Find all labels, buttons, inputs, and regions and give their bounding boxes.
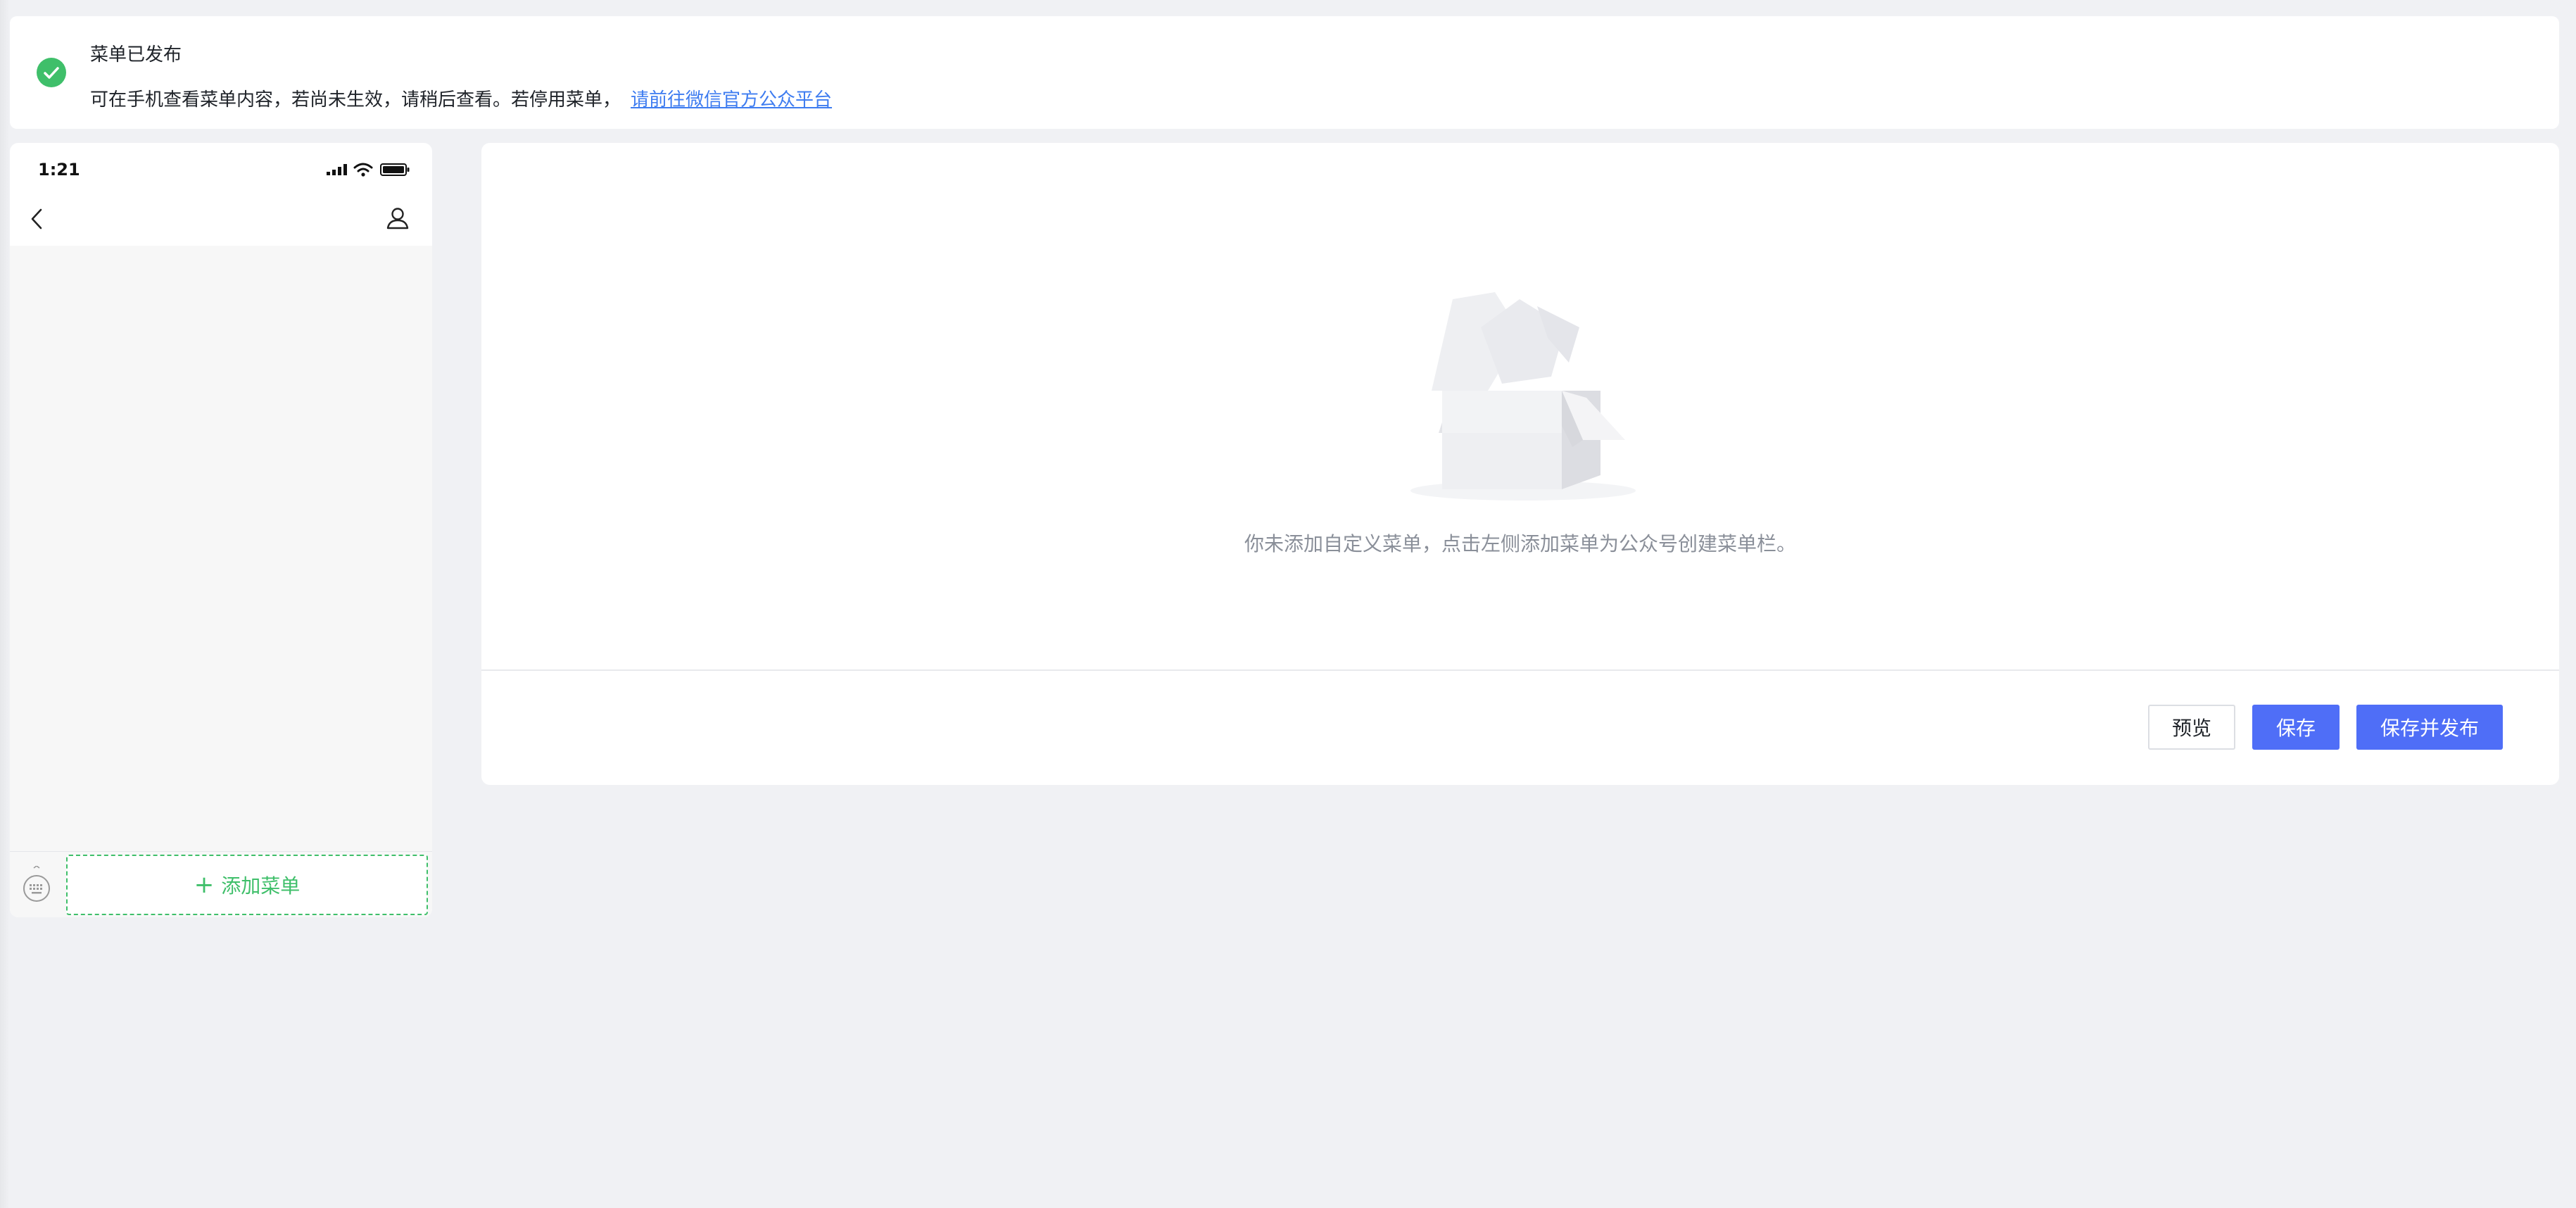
menu-editor-panel: 你未添加自定义菜单，点击左侧添加菜单为公众号创建菜单栏。 预览 保存 保存并发布 [481,143,2559,785]
keyboard-icon[interactable] [21,865,52,908]
empty-state-message: 你未添加自定义菜单，点击左侧添加菜单为公众号创建菜单栏。 [1244,532,1796,555]
check-circle-icon [37,58,66,87]
notice-description: 可在手机查看菜单内容，若尚未生效，请稍后查看。若停用菜单， 请前往微信官方公众平台 [90,85,832,111]
save-button[interactable]: 保存 [2252,705,2340,750]
notice-title: 菜单已发布 [90,44,182,65]
phone-message-area [10,246,432,851]
panel-divider [481,669,2559,671]
wifi-icon [353,163,373,180]
plus-icon: + [194,871,215,899]
save-and-publish-button[interactable]: 保存并发布 [2356,705,2503,750]
wechat-platform-link[interactable]: 请前往微信官方公众平台 [631,89,832,111]
battery-icon [380,163,410,179]
left-edge-strip [0,0,10,1208]
phone-time: 1:21 [38,160,80,180]
phone-preview: 1:21 + 添加菜单 [10,143,432,917]
empty-box-icon [1403,271,1643,513]
preview-button[interactable]: 预览 [2148,705,2235,750]
add-menu-label: 添加菜单 [221,874,301,898]
signal-icon [327,164,348,178]
profile-icon[interactable] [386,206,410,233]
publish-notice-banner: 菜单已发布 可在手机查看菜单内容，若尚未生效，请稍后查看。若停用菜单， 请前往微信… [10,16,2559,129]
notice-description-text: 可在手机查看菜单内容，若尚未生效，请稍后查看。若停用菜单， [90,89,621,111]
back-chevron-icon[interactable] [30,208,44,233]
phone-menu-bar: + 添加菜单 [10,851,432,917]
add-menu-button[interactable]: + 添加菜单 [66,855,428,915]
phone-nav-bar [10,192,432,246]
phone-status-bar: 1:21 [10,143,432,192]
